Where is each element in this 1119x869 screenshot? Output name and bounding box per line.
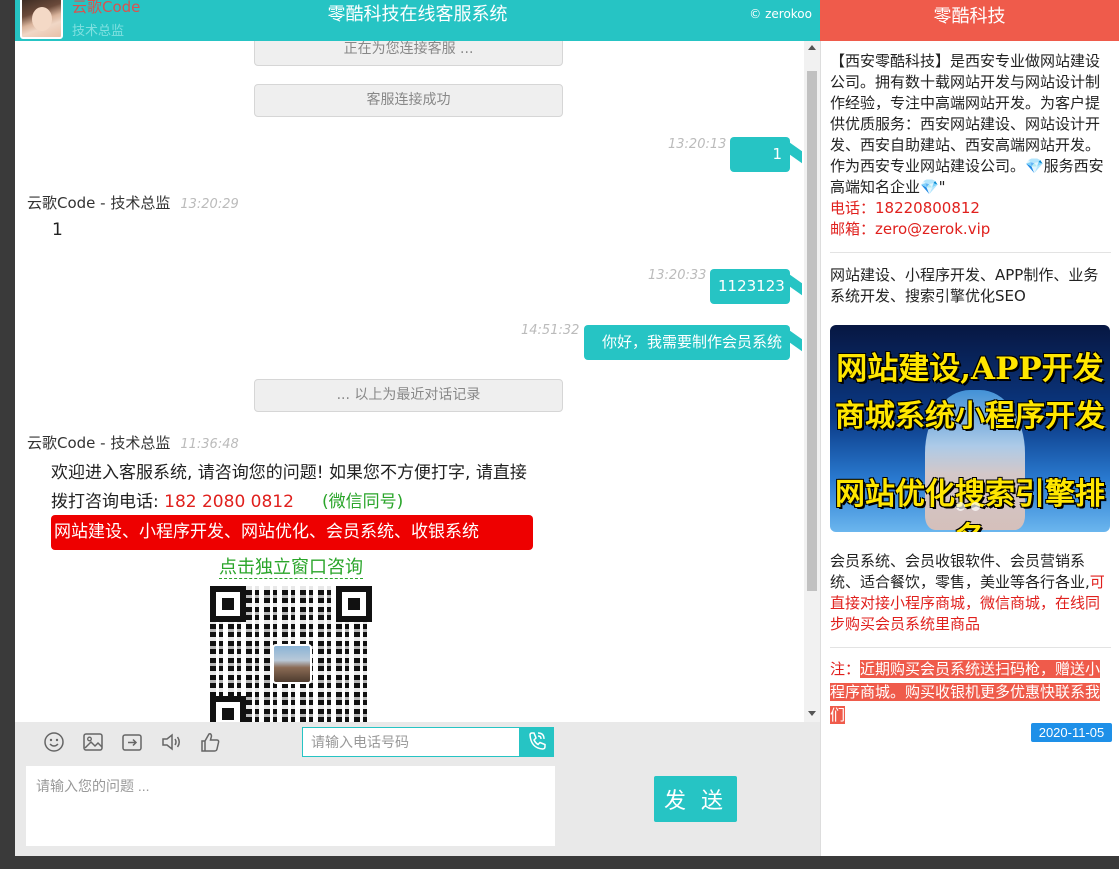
message-composer: 发 送: [15, 763, 820, 856]
chat-header: 零酷科技在线客服系统 云歌Code 技术总监 © zerokoo: [15, 0, 820, 41]
smiley-icon[interactable]: [43, 731, 65, 753]
standalone-window-link-label[interactable]: 点击独立窗口咨询: [219, 557, 363, 579]
side-header: 零酷科技: [820, 0, 1119, 41]
system-message-connecting: 正在为您连接客服 ...: [254, 41, 563, 66]
phone-number-input[interactable]: [302, 727, 520, 757]
phone-call-icon[interactable]: [519, 727, 554, 757]
system-message-connected: 客服连接成功: [254, 84, 563, 117]
outgoing-message: 1123123: [710, 269, 799, 304]
message-time: 14:51:32: [521, 323, 580, 338]
chat-scrollbar[interactable]: [804, 41, 820, 722]
divider: [830, 252, 1111, 253]
outgoing-message: 你好，我需要制作会员系统: [584, 325, 799, 360]
promo-notice: 注：近期购买会员系统送扫码枪，赠送小程序商城。购买收银机更多优惠快联系我们: [830, 658, 1111, 727]
history-marker: ... 以上为最近对话记录: [254, 379, 563, 412]
services-banner: 网站建设、小程序开发、网站优化、会员系统、收银系统: [51, 515, 533, 550]
thumbs-up-icon[interactable]: [199, 731, 221, 753]
message-list[interactable]: 正在为您连接客服 ... 客服连接成功 13:20:13 1 云歌Code - …: [15, 41, 820, 722]
member-system-text: 会员系统、会员收银软件、会员营销系统、适合餐饮，零售，美业等各行各业,可直接对接…: [830, 551, 1111, 635]
contact-phone: 电话：18220800812: [830, 199, 980, 217]
incoming-sender: 云歌Code - 技术总监 13:20:29: [27, 192, 239, 213]
carousel-dot[interactable]: [956, 502, 965, 511]
agent-title: 技术总监: [72, 24, 125, 39]
message-time: 13:20:29: [180, 197, 239, 212]
contact-phone: 182 2080 0812: [164, 492, 294, 512]
banner-line: 网站建设,APP开发: [836, 351, 1104, 387]
message-time: 13:20:13: [668, 137, 727, 152]
welcome-message: 欢迎进入客服系统, 请咨询您的问题! 如果您不方便打字, 请直接拨打咨询电话: …: [43, 453, 539, 722]
incoming-sender: 云歌Code - 技术总监 11:36:48: [27, 432, 239, 453]
divider: [830, 647, 1111, 648]
speaker-icon[interactable]: [160, 731, 182, 753]
contact-email: 邮箱：zero@zerok.vip: [830, 220, 991, 238]
chat-window: 零酷科技在线客服系统 云歌Code 技术总监 © zerokoo 零酷科技 正在…: [15, 0, 1119, 856]
bubble-tail: [790, 142, 802, 164]
qr-finder: [336, 586, 372, 622]
welcome-text: 欢迎进入客服系统, 请咨询您的问题! 如果您不方便打字, 请直接拨打咨询电话: …: [51, 459, 531, 517]
question-input[interactable]: [26, 766, 555, 846]
qr-code-image: [210, 586, 372, 722]
phone-call-button[interactable]: [519, 727, 554, 757]
notice-label: 注：: [830, 660, 861, 678]
carousel-dot[interactable]: [971, 502, 980, 511]
message-time: 11:36:48: [180, 437, 239, 452]
scroll-up-arrow[interactable]: [808, 45, 816, 50]
qr-logo: [272, 644, 312, 684]
outgoing-message: 1: [730, 137, 799, 172]
notice-text: 近期购买会员系统送扫码枪，赠送小程序商城。购买收银机更多优惠快联系我们: [830, 660, 1101, 724]
member-text: 会员系统、会员收银软件、会员营销系统、适合餐饮，零售，美业等各行各业,: [830, 552, 1090, 591]
intro-text: 【西安零酷科技】是西安专业做网站建设公司。拥有数十载网站开发与网站设计制作经验，…: [830, 52, 1104, 196]
company-intro: 【西安零酷科技】是西安专业做网站建设公司。拥有数十载网站开发与网站设计制作经验，…: [830, 51, 1111, 240]
services-text: 网站建设、小程序开发、APP制作、业务系统开发、搜索引擎优化SEO: [830, 266, 1099, 305]
image-icon[interactable]: [82, 731, 104, 753]
promo-banner[interactable]: 网站建设,APP开发 商城系统小程序开发 网站优化搜索引擎排名: [830, 325, 1110, 532]
input-toolbar: [15, 722, 820, 763]
scroll-down-arrow[interactable]: [808, 711, 816, 716]
bubble-tail: [790, 330, 802, 352]
file-upload-icon[interactable]: [121, 731, 143, 753]
qr-finder: [210, 696, 246, 722]
incoming-message: 1: [43, 216, 103, 249]
message-time: 13:20:33: [648, 268, 707, 283]
scroll-thumb[interactable]: [807, 71, 817, 591]
agent-name: 云歌Code: [72, 0, 141, 16]
date-badge: 2020-11-05: [1031, 723, 1112, 742]
carousel-dots[interactable]: [956, 496, 986, 515]
standalone-window-link[interactable]: 点击独立窗口咨询: [43, 553, 539, 579]
sender-name: 云歌Code - 技术总监: [27, 194, 171, 212]
bubble-tail: [790, 274, 802, 296]
qr-finder: [210, 586, 246, 622]
send-button[interactable]: 发 送: [654, 776, 737, 822]
wechat-note: (微信同号): [321, 492, 404, 512]
brand-label: © zerokoo: [749, 7, 812, 21]
banner-line: 商城系统小程序开发: [835, 399, 1105, 434]
side-panel: 【西安零酷科技】是西安专业做网站建设公司。拥有数十载网站开发与网站设计制作经验，…: [820, 41, 1119, 856]
sender-name: 云歌Code - 技术总监: [27, 434, 171, 452]
avatar: [20, 0, 63, 39]
